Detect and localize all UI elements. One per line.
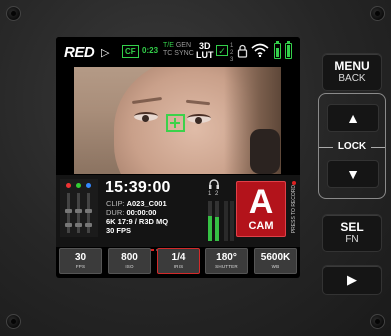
focus-target[interactable]: [166, 114, 185, 132]
screw: [370, 6, 385, 21]
wb-label: WB: [271, 264, 280, 269]
touch-screen: RED ▷ CF 0:23 T/E GEN TC SYNC 3D LUT ✓ 1…: [56, 37, 300, 278]
wb-value: 5600K: [260, 252, 291, 263]
info-panel: 15:39:00 CLIP: A023_C001 DUR: 00:00:00 6…: [56, 175, 300, 251]
meter-knob: [75, 223, 82, 227]
audio-level-bar: [230, 201, 234, 241]
screw: [370, 314, 385, 329]
menu-back-button[interactable]: MENU BACK: [322, 53, 382, 91]
battery-icon: [285, 41, 292, 59]
monitor-housing: RED ▷ CF 0:23 T/E GEN TC SYNC 3D LUT ✓ 1…: [0, 0, 391, 336]
red-channel-dot: [66, 183, 71, 188]
play-icon: ▶: [347, 272, 357, 287]
menu-label: MENU: [334, 59, 370, 73]
blue-channel-dot: [86, 183, 91, 188]
cam-label: CAM: [248, 220, 274, 232]
fps-value: 30: [74, 252, 87, 263]
media-time: 0:23: [142, 46, 159, 55]
fps-label: FPS: [75, 264, 86, 269]
back-label: BACK: [338, 73, 366, 84]
meter-column: [67, 193, 70, 233]
fn-label: FN: [345, 234, 359, 245]
wifi-icon: [251, 43, 269, 57]
down-arrow-icon: ▼: [346, 166, 360, 182]
fps-button[interactable]: 30 FPS: [59, 248, 102, 274]
lock-button-group: ▲ LOCK ▼: [318, 93, 386, 199]
cam-letter: A: [248, 183, 274, 221]
status-bar: RED ▷ CF 0:23 T/E GEN TC SYNC 3D LUT ✓ 1…: [56, 37, 300, 65]
checkbox-icon[interactable]: ✓: [216, 45, 228, 56]
audio-level-bar: [208, 201, 212, 241]
sel-fn-button[interactable]: SEL FN: [322, 214, 382, 252]
media-badge[interactable]: CF: [122, 45, 139, 58]
live-view[interactable]: [74, 67, 281, 174]
shutter-label: SHUTTER: [215, 264, 238, 269]
meter-column: [87, 193, 90, 233]
shutter-button[interactable]: 180° SHUTTER: [205, 248, 248, 274]
shutter-value: 180°: [216, 252, 237, 263]
meter-knob: [85, 209, 92, 213]
meter-knob: [65, 223, 72, 227]
audio-channel-label: 2: [215, 191, 219, 197]
audio-channel-label: 1: [208, 191, 212, 197]
audio-level-bar: [224, 201, 228, 241]
iris-value: 1/4: [171, 252, 186, 263]
play-button[interactable]: ▶: [322, 265, 382, 295]
screw: [6, 314, 21, 329]
down-button[interactable]: ▼: [327, 160, 379, 188]
lock-icon: [237, 44, 248, 58]
iris-label: IRIS: [173, 264, 184, 269]
up-button[interactable]: ▲: [327, 104, 379, 132]
wb-button[interactable]: 5600K WB: [254, 248, 297, 274]
up-arrow-icon: ▲: [346, 110, 360, 126]
clip-metadata: CLIP: A023_C001 DUR: 00:00:00 6K 17:9 / …: [106, 199, 169, 235]
meter-knob: [65, 209, 72, 213]
screw: [6, 6, 21, 21]
timecode: 15:39:00: [105, 179, 171, 196]
eye: [134, 112, 158, 122]
press-to-record-hint: PRESS TO RECORD: [289, 181, 299, 237]
eye: [187, 114, 211, 124]
meter-knob: [75, 209, 82, 213]
lut-indicator[interactable]: 3D LUT: [196, 42, 214, 60]
iso-button[interactable]: 800 ISO: [108, 248, 151, 274]
meter-knob: [85, 223, 92, 227]
audio-meters[interactable]: 1 2: [202, 179, 236, 243]
red-logo: RED: [64, 44, 95, 61]
rgb-meters[interactable]: [60, 179, 98, 237]
battery-icon: [274, 41, 281, 59]
te-tc-status[interactable]: T/E GEN TC SYNC: [163, 42, 194, 58]
headphones-icon: [209, 179, 219, 189]
green-channel-dot: [76, 183, 81, 188]
lock-label: LOCK: [319, 141, 385, 152]
audio-level-bar: [215, 201, 219, 241]
meter-column: [77, 193, 80, 233]
iris-button[interactable]: 1/4 IRIS: [157, 248, 200, 274]
status-numbers: 1 2 3: [230, 43, 234, 63]
hand: [250, 129, 280, 174]
iso-label: ISO: [125, 264, 134, 269]
sel-label: SEL: [340, 220, 364, 234]
settings-bar: 30 FPS 800 ISO 1/4 IRIS 180° SHUTTER 560…: [59, 248, 297, 274]
record-cam-button[interactable]: A CAM: [236, 181, 286, 237]
play-arrow-icon: ▷: [101, 47, 110, 59]
record-hint-text: PRESS TO RECORD: [291, 185, 297, 234]
iso-value: 800: [121, 252, 138, 263]
